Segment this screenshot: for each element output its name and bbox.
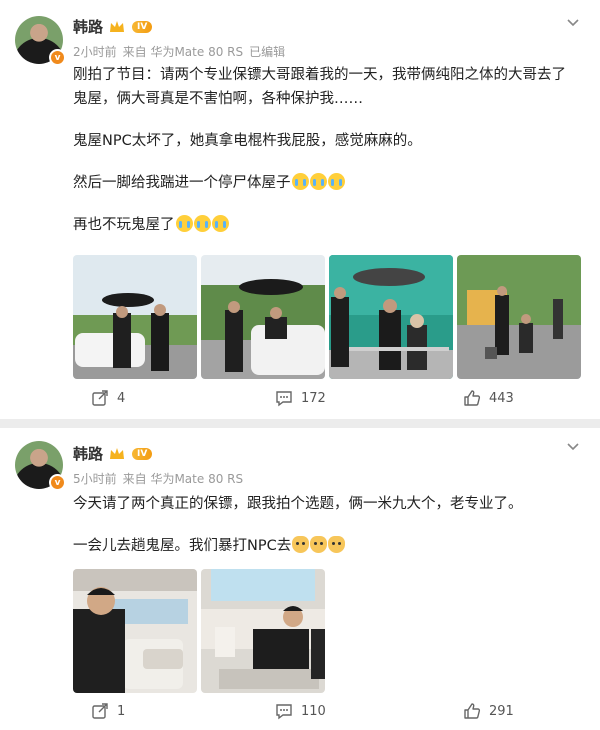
paragraph: 刚拍了节目：请两个专业保镖大哥跟着我的一天，我带俩纯阳之体的大哥去了鬼屋，俩大哥… — [73, 67, 566, 107]
post-actions: 1 110 291 — [0, 702, 600, 722]
doge-emoji — [292, 536, 310, 553]
post-card: v 韩路 IV 2小时前 来自 华为Mate 80 RS 已编辑 刚拍了节目：请两个… — [0, 0, 600, 419]
paragraph: 今天请了两个真正的保镖，跟我拍个选题，俩一米九大个，老专业了。 — [73, 496, 523, 512]
post-meta: 2小时前 来自 华为Mate 80 RS 已编辑 — [73, 43, 291, 60]
chevron-down-icon[interactable] — [566, 440, 580, 454]
photo-thumbnail[interactable] — [457, 255, 581, 379]
author-name[interactable]: 韩路 — [73, 16, 103, 37]
crying-face-emoji — [193, 215, 211, 232]
verified-badge-icon: v — [49, 49, 66, 66]
post-card: v 韩路 IV 5小时前 来自 华为Mate 80 RS 今天请了两个真正的保镖，… — [0, 428, 600, 730]
photo-grid — [73, 569, 325, 693]
repost-count: 1 — [117, 703, 126, 719]
comment-button[interactable]: 110 — [275, 702, 326, 720]
like-button[interactable]: 443 — [463, 389, 514, 407]
comment-count: 172 — [301, 390, 326, 406]
comment-icon — [276, 704, 292, 720]
paragraph: 然后一脚给我踹进一个停尸体屋子 — [73, 171, 580, 195]
author-name[interactable]: 韩路 — [73, 443, 103, 464]
post-text: 刚拍了节目：请两个专业保镖大哥跟着我的一天，我带俩纯阳之体的大哥去了鬼屋，俩大哥… — [73, 63, 580, 255]
crying-face-emoji — [327, 173, 345, 190]
post-actions: 4 172 443 — [0, 389, 600, 409]
crying-face-emoji — [211, 215, 229, 232]
crown-icon — [109, 20, 125, 34]
post-time[interactable]: 2小时前 — [73, 45, 117, 59]
photo-thumbnail[interactable] — [329, 255, 453, 379]
comment-button[interactable]: 172 — [275, 389, 326, 407]
repost-button[interactable]: 4 — [91, 389, 125, 407]
crying-face-emoji — [309, 173, 327, 190]
repost-icon — [92, 703, 108, 719]
photo-thumbnail[interactable] — [201, 255, 325, 379]
avatar[interactable]: v — [15, 16, 66, 66]
thumbs-up-icon — [464, 390, 481, 406]
post-text: 今天请了两个真正的保镖，跟我拍个选题，俩一米九大个，老专业了。 一会儿去趟鬼屋。… — [73, 492, 580, 576]
paragraph: 一会儿去趟鬼屋。我们暴打NPC去 — [73, 534, 580, 558]
post-meta: 5小时前 来自 华为Mate 80 RS — [73, 470, 249, 487]
author-row: 韩路 IV — [73, 16, 153, 37]
paragraph-text: 一会儿去趟鬼屋。我们暴打NPC去 — [73, 538, 292, 554]
repost-count: 4 — [117, 390, 126, 406]
post-source: 来自 华为Mate 80 RS — [122, 472, 244, 486]
paragraph-text: 再也不玩鬼屋了 — [73, 217, 175, 233]
comment-count: 110 — [301, 703, 326, 719]
level-badge: IV — [132, 447, 153, 460]
like-count: 291 — [489, 703, 514, 719]
paragraph: 再也不玩鬼屋了 — [73, 213, 580, 237]
paragraph-text: 然后一脚给我踹进一个停尸体屋子 — [73, 175, 291, 191]
photo-thumbnail[interactable] — [73, 569, 197, 693]
photo-thumbnail[interactable] — [73, 255, 197, 379]
chevron-down-icon[interactable] — [566, 16, 580, 30]
author-row: 韩路 IV — [73, 443, 153, 464]
avatar[interactable]: v — [15, 441, 66, 491]
crown-icon — [109, 447, 125, 461]
post-source: 来自 华为Mate 80 RS — [122, 45, 244, 59]
verified-badge-icon: v — [49, 474, 66, 491]
weibo-feed: v 韩路 IV 2小时前 来自 华为Mate 80 RS 已编辑 刚拍了节目：请两个… — [0, 0, 600, 730]
doge-emoji — [328, 536, 346, 553]
doge-emoji — [310, 536, 328, 553]
paragraph: 鬼屋NPC太坏了，她真拿电棍杵我屁股，感觉麻麻的。 — [73, 133, 422, 149]
level-badge: IV — [132, 20, 153, 33]
repost-button[interactable]: 1 — [91, 702, 125, 720]
crying-face-emoji — [175, 215, 193, 232]
crying-face-emoji — [291, 173, 309, 190]
edited-label[interactable]: 已编辑 — [249, 45, 285, 59]
photo-thumbnail[interactable] — [201, 569, 325, 693]
thumbs-up-icon — [464, 703, 481, 719]
like-button[interactable]: 291 — [463, 702, 514, 720]
comment-icon — [276, 391, 292, 407]
repost-icon — [92, 390, 108, 406]
like-count: 443 — [489, 390, 514, 406]
post-time[interactable]: 5小时前 — [73, 472, 117, 486]
photo-grid — [73, 255, 581, 379]
